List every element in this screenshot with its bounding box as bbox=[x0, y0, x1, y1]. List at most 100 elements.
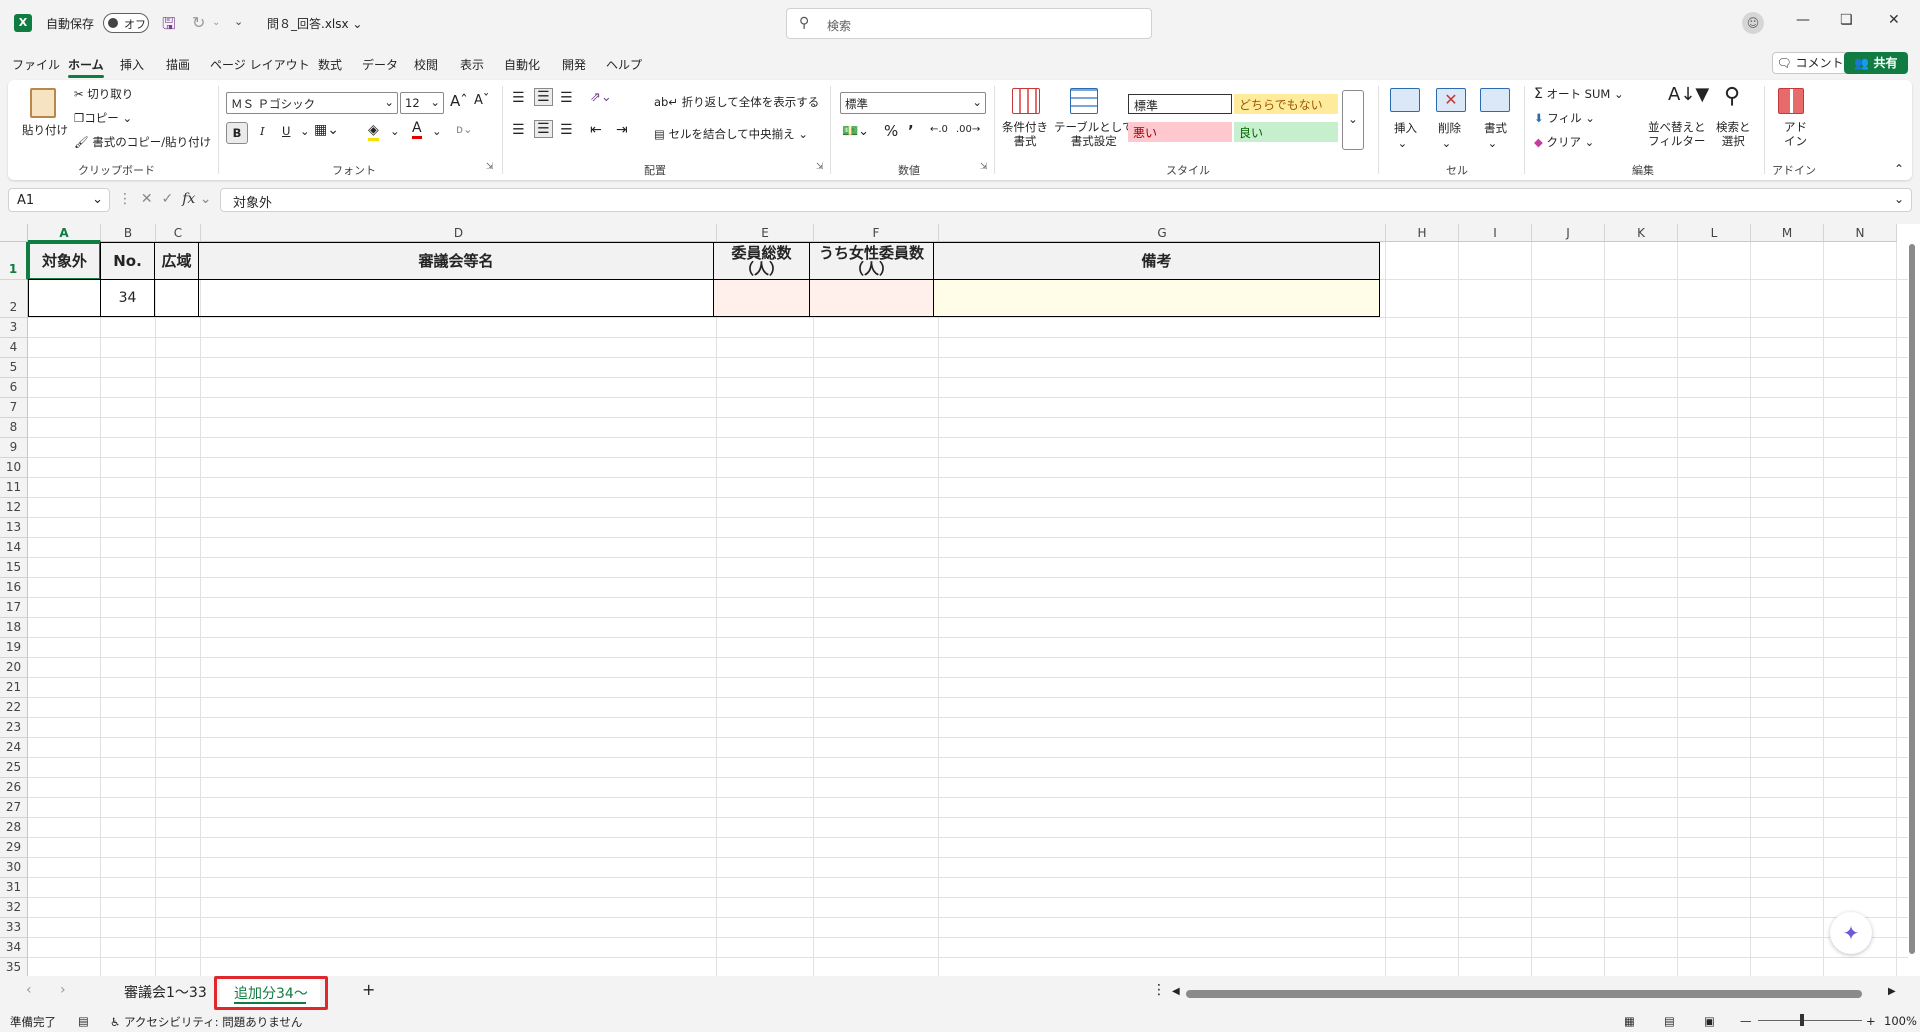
row-header-22[interactable]: 22 bbox=[0, 698, 28, 718]
cell-d1[interactable]: 審議会等名 bbox=[198, 242, 714, 280]
comment-button[interactable]: 🗨 コメント bbox=[1772, 52, 1848, 74]
number-format-select[interactable]: 標準 ⌄ bbox=[840, 92, 986, 114]
cell-a1[interactable]: 対象外 bbox=[28, 242, 101, 280]
redo-icon[interactable]: ↻ bbox=[192, 13, 205, 32]
row-header-13[interactable]: 13 bbox=[0, 518, 28, 538]
row-header-9[interactable]: 9 bbox=[0, 438, 28, 458]
increase-font-icon[interactable]: Aˆ bbox=[450, 92, 468, 110]
prev-sheet-icon[interactable]: ‹ bbox=[26, 982, 32, 998]
zoom-level[interactable]: 100% bbox=[1884, 1014, 1917, 1028]
format-as-table-button[interactable]: テーブルとして 書式設定 bbox=[1054, 120, 1133, 148]
align-center-icon[interactable]: ☰ bbox=[534, 120, 553, 138]
cut-button[interactable]: ✂ 切り取り bbox=[74, 86, 133, 102]
close-icon[interactable]: ✕ bbox=[1888, 12, 1900, 28]
tab-developer[interactable]: 開発 bbox=[562, 56, 586, 73]
row-header-19[interactable]: 19 bbox=[0, 638, 28, 658]
underline-button[interactable]: U bbox=[282, 124, 290, 138]
collapse-ribbon-icon[interactable]: ⌃ bbox=[1894, 162, 1904, 176]
row-header-16[interactable]: 16 bbox=[0, 578, 28, 598]
row-header-17[interactable]: 17 bbox=[0, 598, 28, 618]
row-header-25[interactable]: 25 bbox=[0, 758, 28, 778]
insert-button[interactable]: 挿入 ⌄ bbox=[1394, 120, 1417, 150]
phonetic-icon[interactable]: ᴅ⌄ bbox=[456, 122, 473, 136]
decrease-decimal-icon[interactable]: .00→ bbox=[956, 124, 980, 135]
orientation-icon[interactable]: ⇗⌄ bbox=[590, 90, 612, 105]
row-header-7[interactable]: 7 bbox=[0, 398, 28, 418]
align-right-icon[interactable]: ☰ bbox=[560, 122, 573, 138]
align-top-icon[interactable]: ☰ bbox=[512, 90, 525, 106]
column-header-h[interactable]: H bbox=[1386, 224, 1459, 242]
styles-more-icon[interactable]: ⌄ bbox=[1342, 90, 1364, 150]
minimize-icon[interactable]: — bbox=[1796, 12, 1810, 28]
copilot-icon[interactable]: ✦ bbox=[1830, 912, 1872, 954]
column-header-a[interactable]: A bbox=[28, 224, 101, 242]
sheet-tab-1[interactable]: 審議会1～33 bbox=[124, 982, 207, 1002]
tab-file[interactable]: ファイル bbox=[12, 56, 60, 73]
restore-icon[interactable]: ❏ bbox=[1840, 12, 1853, 28]
zoom-out-icon[interactable]: — bbox=[1740, 1014, 1752, 1028]
row-header-32[interactable]: 32 bbox=[0, 898, 28, 918]
row-header-23[interactable]: 23 bbox=[0, 718, 28, 738]
cell-f2[interactable] bbox=[809, 279, 934, 317]
row-header-6[interactable]: 6 bbox=[0, 378, 28, 398]
account-avatar-icon[interactable]: ☺ bbox=[1742, 12, 1764, 34]
align-middle-icon[interactable]: ☰ bbox=[534, 88, 553, 106]
worksheet-grid[interactable]: ABCDEFGHIJKLMN 1 2 3 4 5 6 7 8 9 10 11 12 13 14 15 16 17… bbox=[0, 224, 1920, 976]
italic-button[interactable]: I bbox=[260, 124, 265, 138]
decrease-indent-icon[interactable]: ⇤ bbox=[590, 122, 602, 138]
style-bad[interactable]: 悪い bbox=[1128, 122, 1232, 142]
select-all-corner[interactable] bbox=[0, 224, 28, 242]
tab-draw[interactable]: 描画 bbox=[166, 56, 190, 73]
horizontal-scrollbar[interactable] bbox=[1186, 990, 1862, 998]
row-header-4[interactable]: 4 bbox=[0, 338, 28, 358]
column-header-l[interactable]: L bbox=[1678, 224, 1751, 242]
vertical-scroll-thumb[interactable] bbox=[1909, 244, 1915, 954]
tab-home[interactable]: ホーム bbox=[68, 56, 104, 78]
align-left-icon[interactable]: ☰ bbox=[512, 122, 525, 138]
cell-c2[interactable] bbox=[154, 279, 199, 317]
sort-filter-button[interactable]: 並べ替えと フィルター bbox=[1648, 120, 1706, 148]
row-header-28[interactable]: 28 bbox=[0, 818, 28, 838]
currency-icon[interactable]: 💵⌄ bbox=[842, 124, 869, 139]
dialog-launcher-icon[interactable]: ⇲ bbox=[980, 162, 988, 172]
column-header-d[interactable]: D bbox=[201, 224, 717, 242]
row-header-29[interactable]: 29 bbox=[0, 838, 28, 858]
macro-record-icon[interactable]: ▤ bbox=[78, 1014, 89, 1028]
font-color-dropdown-icon[interactable]: ⌄ bbox=[432, 124, 442, 138]
find-select-button[interactable]: 検索と 選択 bbox=[1716, 120, 1751, 148]
cell-g2[interactable] bbox=[933, 279, 1380, 317]
style-good[interactable]: 良い bbox=[1234, 122, 1338, 142]
scroll-left-icon[interactable]: ◀ bbox=[1172, 986, 1180, 997]
increase-decimal-icon[interactable]: ←.0 bbox=[930, 124, 948, 135]
tab-data[interactable]: データ bbox=[362, 56, 398, 73]
cell-g1[interactable]: 備考 bbox=[933, 242, 1380, 280]
tab-view[interactable]: 表示 bbox=[460, 56, 484, 73]
fill-color-icon[interactable]: ◈ bbox=[368, 122, 379, 141]
dialog-launcher-icon[interactable]: ⇲ bbox=[486, 162, 494, 172]
normal-view-icon[interactable]: ▦ bbox=[1624, 1014, 1635, 1028]
zoom-slider-track[interactable] bbox=[1758, 1020, 1862, 1021]
confirm-icon[interactable]: ✓ bbox=[162, 191, 174, 207]
column-header-b[interactable]: B bbox=[101, 224, 156, 242]
merge-center-button[interactable]: ▤ セルを結合して中央揃え ⌄ bbox=[654, 126, 808, 142]
page-layout-view-icon[interactable]: ▤ bbox=[1664, 1014, 1675, 1028]
row-header-24[interactable]: 24 bbox=[0, 738, 28, 758]
percent-icon[interactable]: % bbox=[884, 122, 898, 140]
expand-formula-icon[interactable]: ⌄ bbox=[1894, 192, 1904, 206]
page-break-view-icon[interactable]: ▣ bbox=[1704, 1014, 1715, 1028]
column-header-i[interactable]: I bbox=[1459, 224, 1532, 242]
add-sheet-button[interactable]: + bbox=[362, 980, 375, 999]
clear-button[interactable]: ◆ クリア ⌄ bbox=[1534, 134, 1594, 150]
cell-c1[interactable]: 広域 bbox=[154, 242, 199, 280]
column-header-c[interactable]: C bbox=[156, 224, 201, 242]
row-header-26[interactable]: 26 bbox=[0, 778, 28, 798]
style-normal[interactable]: 標準 bbox=[1128, 94, 1232, 114]
row-header-21[interactable]: 21 bbox=[0, 678, 28, 698]
conditional-format-button[interactable]: 条件付き 書式 bbox=[1002, 120, 1048, 148]
tab-page-layout[interactable]: ページ レイアウト bbox=[210, 56, 310, 73]
cell-d2[interactable] bbox=[198, 279, 714, 317]
row-header-14[interactable]: 14 bbox=[0, 538, 28, 558]
font-name-select[interactable]: ＭＳ Ｐゴシック ⌄ bbox=[226, 92, 398, 114]
fill-button[interactable]: ⬇ フィル ⌄ bbox=[1534, 110, 1595, 126]
row-header-34[interactable]: 34 bbox=[0, 938, 28, 958]
